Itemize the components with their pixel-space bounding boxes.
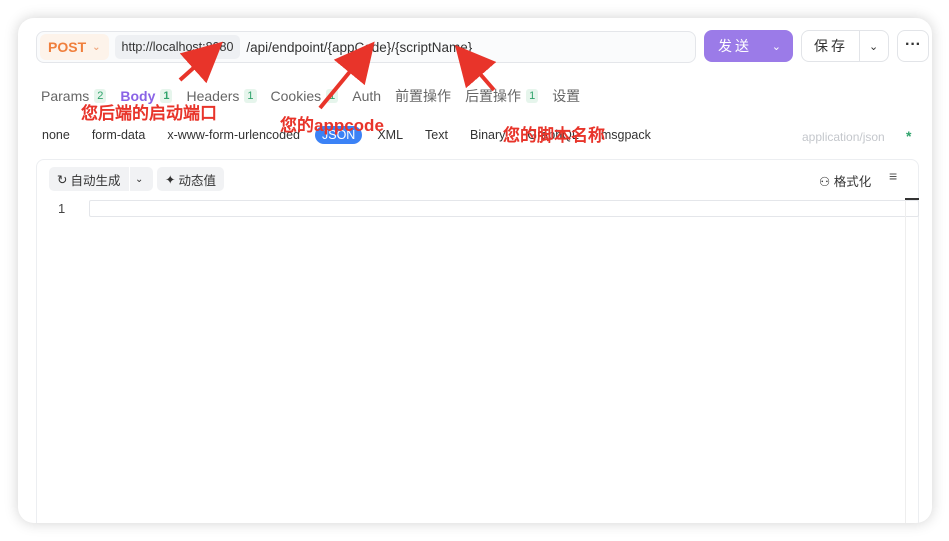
annotation-script: 您的脚本名称 <box>503 126 605 145</box>
annotation-port: 您后端的启动端口 <box>81 104 217 123</box>
arrow-port <box>178 41 223 84</box>
annotation-appcode: 您的appcode <box>280 116 384 135</box>
arrow-appcode <box>318 41 375 110</box>
annotation-arrows <box>178 41 497 110</box>
arrow-script <box>454 44 497 92</box>
